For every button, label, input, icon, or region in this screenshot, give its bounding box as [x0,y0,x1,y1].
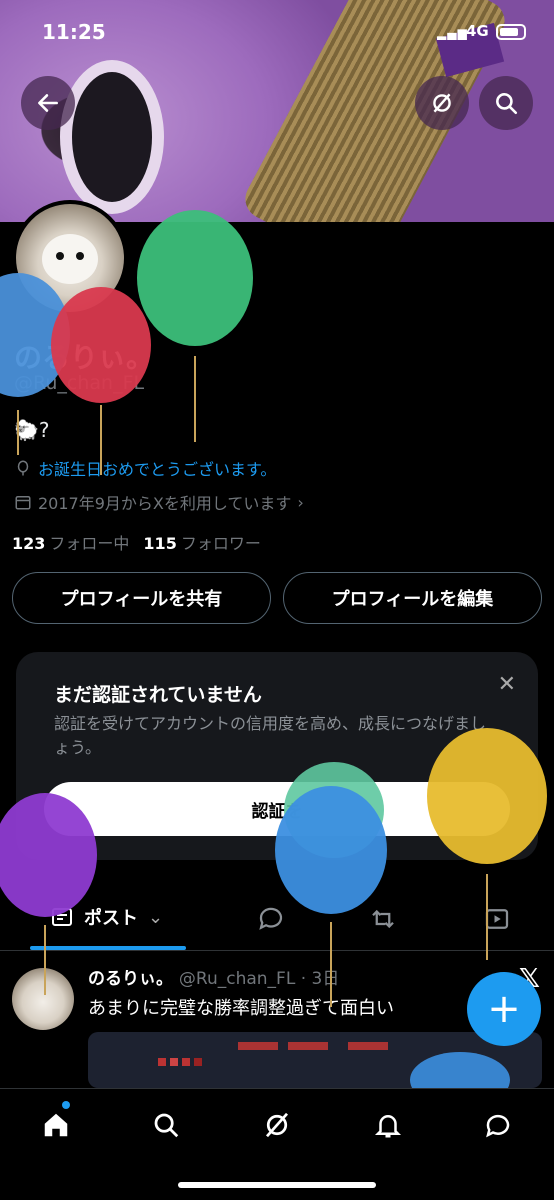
tab-posts[interactable]: ポスト ⌄ [50,904,163,930]
search-button[interactable] [479,76,533,130]
message-icon [486,1114,510,1138]
video-icon [485,909,509,929]
chevron-down-icon: ⌄ [148,906,164,928]
nav-notifications[interactable] [368,1105,408,1145]
plus-icon: + [487,986,521,1032]
battery-icon [496,24,526,40]
edit-profile-button[interactable]: プロフィールを編集 [283,572,542,624]
signal-icon: ▂▄▆ [437,26,468,40]
home-indicator [178,1182,376,1188]
following-link[interactable]: 123 フォロー中 [12,530,129,554]
tab-posts-label: ポスト [84,908,138,929]
post-text: あまりに完璧な勝率調整過ぎて面白い [88,998,394,1019]
balloon-icon [17,460,29,476]
share-profile-button[interactable]: プロフィールを共有 [12,572,271,624]
nav-search[interactable] [146,1105,186,1145]
nav-messages[interactable] [478,1105,518,1145]
nav-home[interactable] [36,1105,76,1145]
nav-grok[interactable] [257,1105,297,1145]
bell-icon [374,1115,402,1138]
verification-card: まだ認証されていません 認証を受けてアカウントの信用度を高め、成長につなげましょ… [16,652,538,860]
home-icon [44,1113,68,1137]
joined-line[interactable]: 2017年9月からXを利用しています › [14,490,304,514]
status-time: 11:25 [42,20,106,44]
status-bar: 11:25 ▂▄▆ 4G [0,20,554,50]
chevron-right-icon: › [297,492,304,512]
posts-icon [52,908,72,926]
compose-button[interactable]: + [467,972,541,1046]
notification-dot [62,1101,70,1109]
tab-videos[interactable] [482,904,512,934]
post-meta: @Ru_chan_FL · 3日 [178,969,340,989]
tab-replies[interactable] [256,904,286,934]
calendar-icon [15,496,31,510]
post-header: のるりぃ。 @Ru_chan_FL · 3日 [88,964,339,989]
search-icon [496,93,518,115]
display-name: のるりぃ。 [14,341,155,374]
back-button[interactable] [21,76,75,130]
reply-icon [259,907,283,930]
network-label: 4G [466,22,489,40]
followers-link[interactable]: 115 フォロワー [143,530,260,554]
active-tab-indicator [30,946,186,950]
post-avatar[interactable] [12,968,74,1030]
card-description: 認証を受けてアカウントの信用度を高め、成長につなげましょう。 [54,714,487,757]
profile-tabs: ポスト ⌄ [0,896,554,951]
verify-button[interactable]: 認証を [44,782,510,836]
close-icon[interactable]: ✕ [498,672,516,697]
user-handle: @Ru_chan_FL [14,372,145,394]
tab-reposts[interactable] [368,904,398,934]
grok-icon [265,1112,289,1138]
arrow-left-icon [38,94,58,112]
grok-icon [433,93,451,113]
post-author: のるりぃ。 [88,969,173,989]
post-image[interactable] [88,1032,542,1088]
hamster-face [42,234,98,284]
profile-avatar[interactable] [12,200,128,316]
birthday-line: お誕生日おめでとうございます。 [14,456,276,480]
card-title: まだ認証されていません [54,684,262,706]
banner-eye [60,60,164,214]
search-icon [154,1113,179,1138]
follow-stats: 123 フォロー中 115 フォロワー [12,530,261,554]
joined-text: 2017年9月からXを利用しています [38,494,292,513]
birthday-text: お誕生日おめでとうございます。 [38,460,277,479]
bio-text: 🐑? [14,418,50,442]
balloon-green-top [137,210,253,442]
grok-button[interactable] [415,76,469,130]
repost-icon [372,909,394,929]
